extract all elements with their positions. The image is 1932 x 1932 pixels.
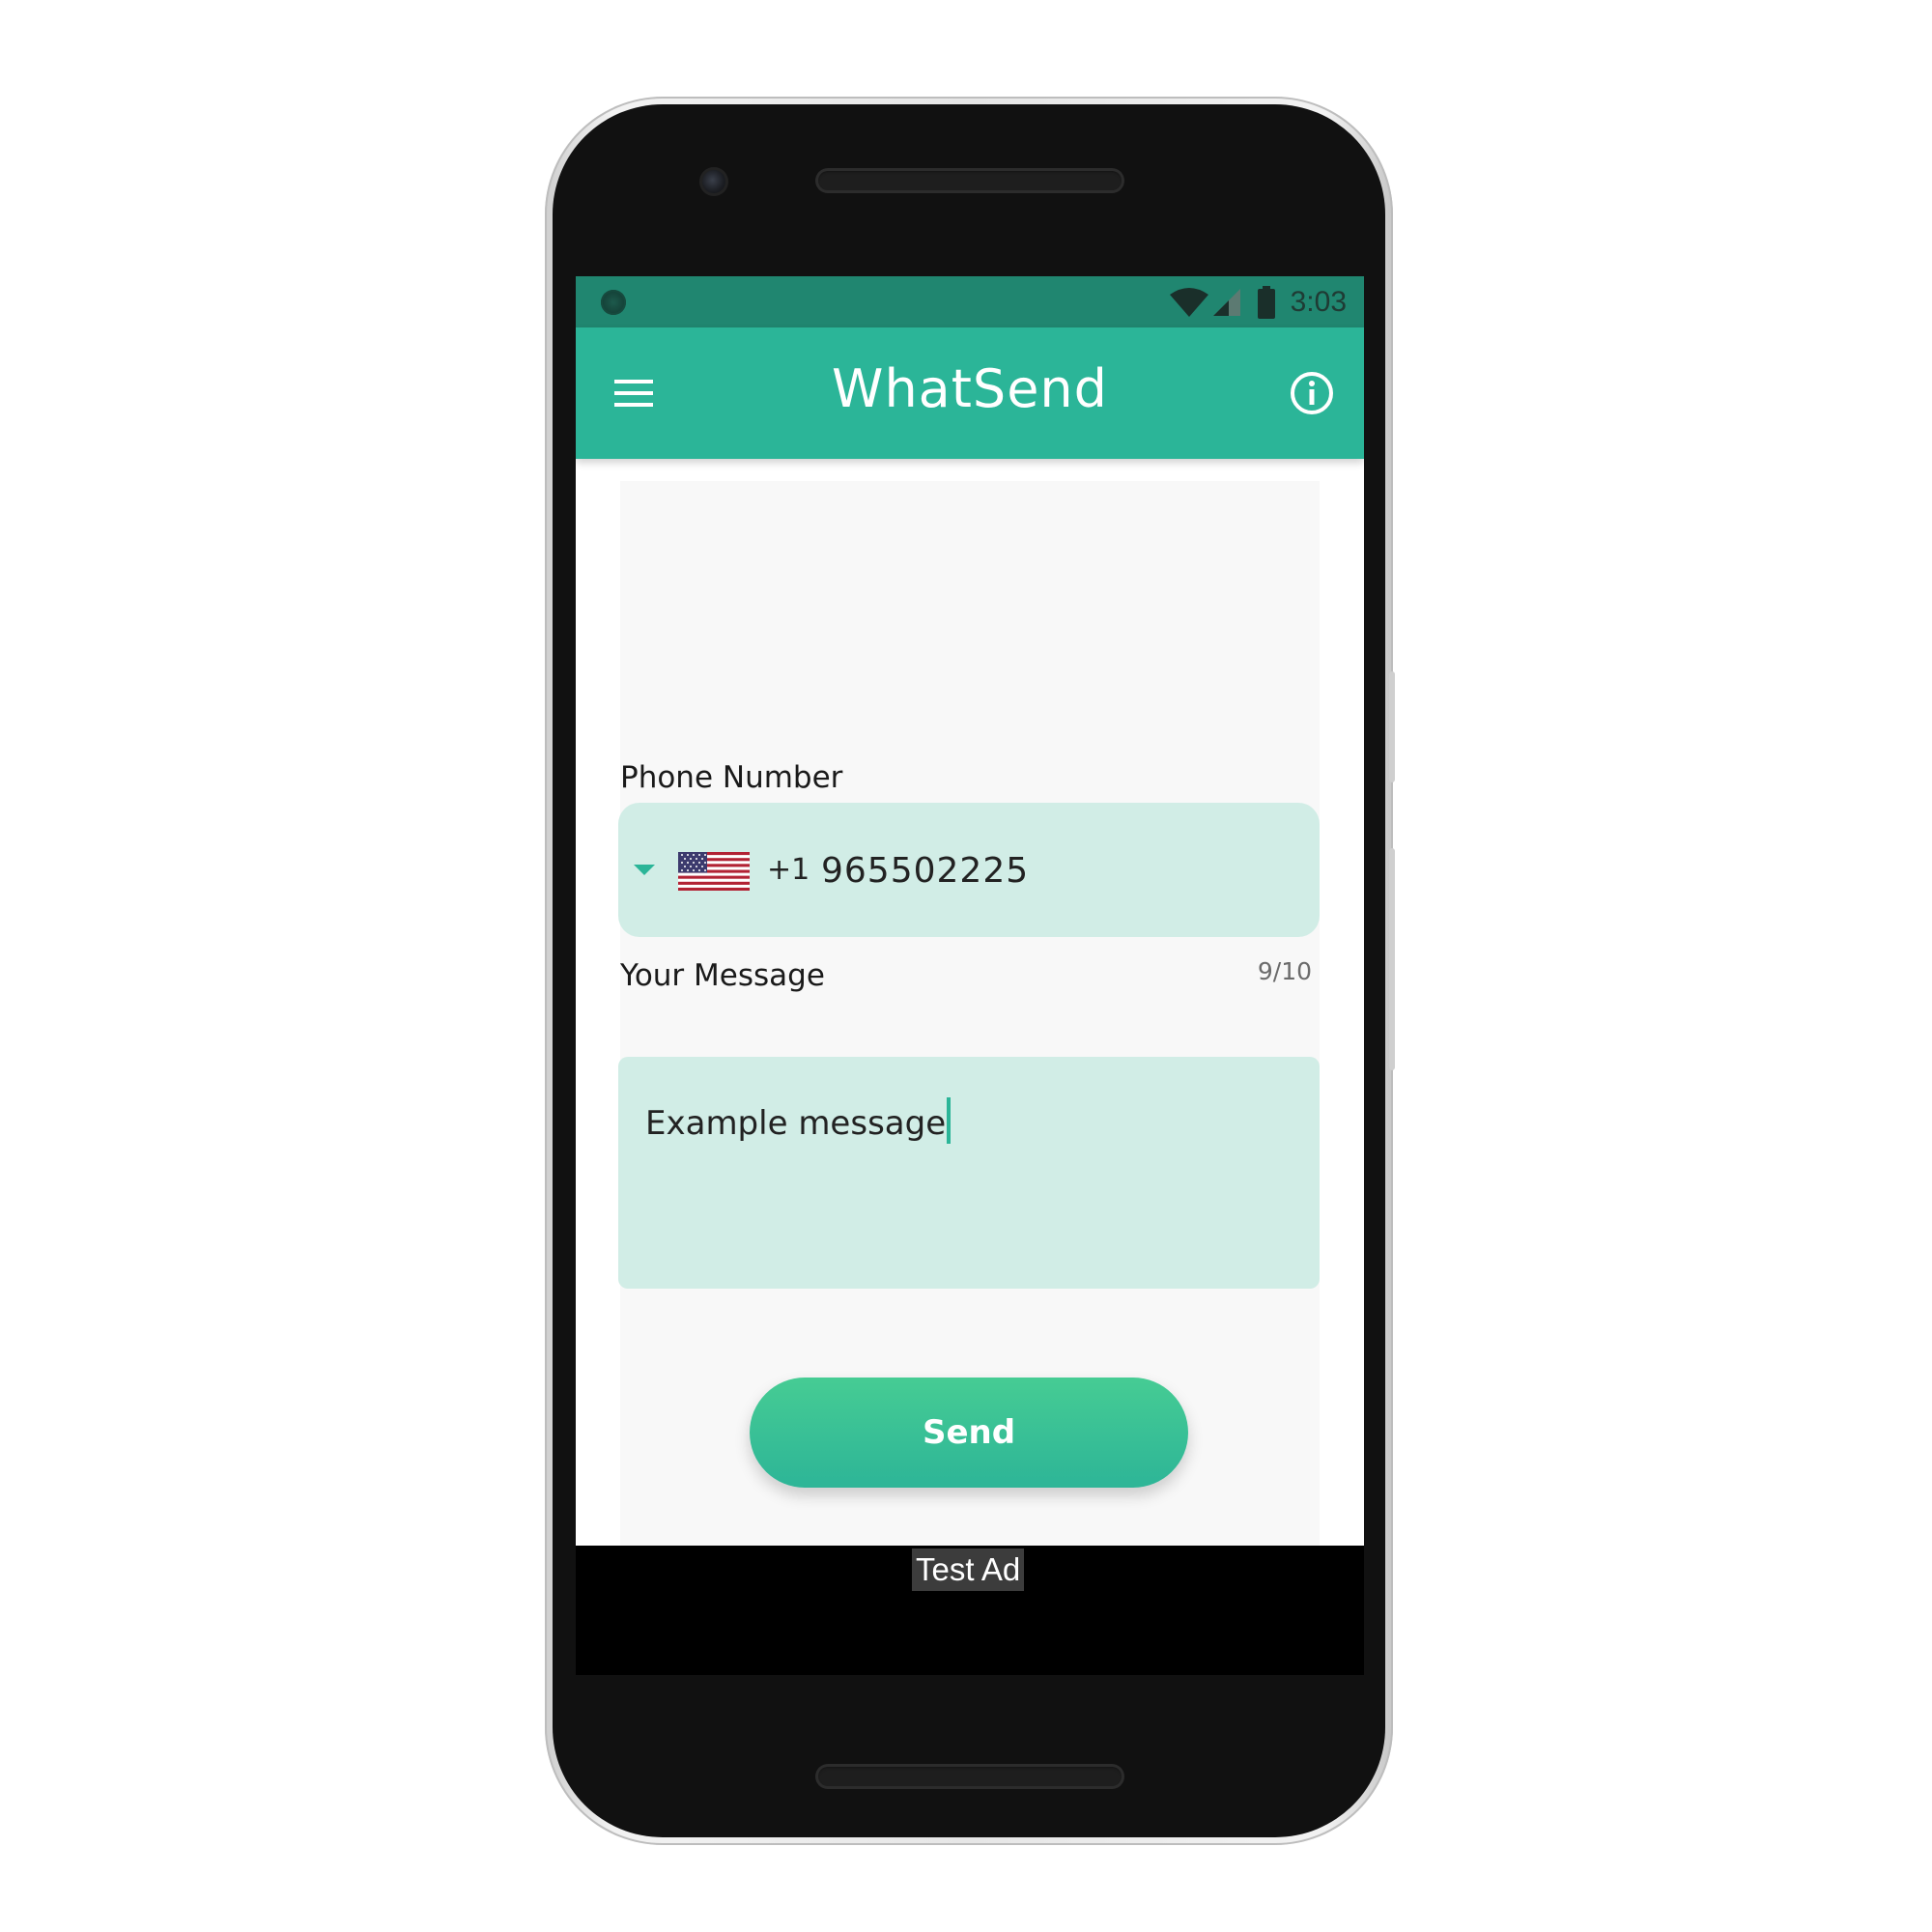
character-counter: 9/10 [1257, 957, 1312, 985]
message-field[interactable]: Example message [618, 1057, 1320, 1289]
chevron-down-icon[interactable] [634, 865, 655, 875]
status-time: 3:03 [1290, 285, 1347, 318]
message-text-wrap[interactable]: Example message [645, 1097, 952, 1144]
ad-banner[interactable]: Test Ad [576, 1546, 1364, 1675]
us-flag-icon[interactable] [678, 852, 750, 891]
signal-icon [1212, 288, 1240, 316]
message-input-text[interactable]: Example message [645, 1104, 946, 1143]
wifi-icon [1169, 287, 1208, 317]
top-speaker [815, 168, 1124, 193]
battery-icon [1257, 285, 1275, 319]
app-bar: WhatSend [576, 327, 1364, 459]
phone-number-field: +1 [618, 803, 1320, 937]
ad-label: Test Ad [912, 1548, 1025, 1591]
volume-button [1389, 848, 1395, 1070]
info-icon[interactable] [1289, 370, 1335, 416]
text-cursor [947, 1097, 952, 1144]
message-label: Your Message [620, 958, 825, 993]
screen: 3:03 WhatSend Phone Number +1 965502225 … [576, 276, 1364, 1675]
send-button[interactable]: Send [750, 1378, 1188, 1488]
notification-dot-icon [601, 290, 626, 315]
status-bar: 3:03 [576, 276, 1364, 327]
phone-number-label: Phone Number [620, 760, 843, 795]
status-icons: 3:03 [1169, 276, 1364, 327]
power-button [1389, 671, 1395, 782]
phone-number-input[interactable] [821, 841, 1285, 899]
front-camera [699, 167, 728, 196]
app-title: WhatSend [832, 358, 1108, 419]
country-code[interactable]: +1 [767, 853, 810, 887]
bottom-speaker [815, 1764, 1124, 1789]
